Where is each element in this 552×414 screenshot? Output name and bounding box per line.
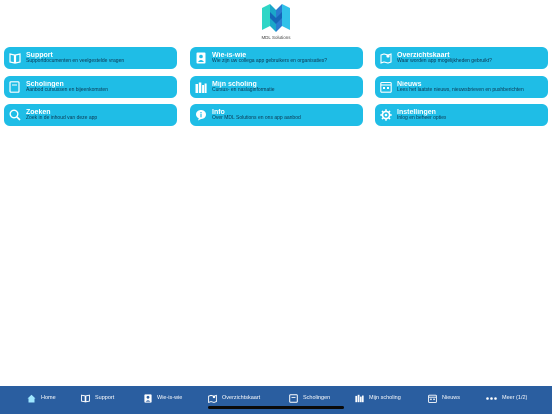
mdl-logo-icon [262, 4, 290, 32]
tab-label: Support [95, 395, 115, 401]
tab-label: Home [41, 395, 56, 401]
book-icon [81, 394, 90, 403]
tile-subtitle: Wie zijn uw collega app gebruikers en or… [212, 58, 328, 65]
tab-mijn-scholing[interactable]: Mijn scholing [355, 386, 401, 410]
tile-instellingen[interactable]: Instellingen Inlog en beheer opties [375, 104, 548, 126]
tile-support[interactable]: Support Supportdocumenten en veelgesteld… [4, 47, 177, 69]
tile-nieuws[interactable]: Nieuws Lees het laatste nieuws, nieuwsbr… [375, 76, 548, 98]
gear-icon [379, 109, 392, 122]
tile-subtitle: Lees het laatste nieuws, nieuwsbrieven e… [397, 87, 524, 94]
tab-label: Meer (1/2) [502, 395, 528, 401]
tile-info[interactable]: Info Over MDL Solutions en ons app aanbo… [190, 104, 363, 126]
search-icon [8, 109, 21, 122]
tile-subtitle: Supportdocumenten en veelgestelde vragen [26, 58, 125, 65]
chat-info-icon [194, 109, 207, 122]
map-icon [379, 52, 392, 65]
tile-subtitle: Cursus- en naslaginformatie [212, 87, 275, 94]
brand-logo: MDL Solutions [257, 4, 295, 46]
home-icon [27, 394, 36, 403]
tab-label: Scholingen [303, 395, 331, 401]
books-icon [194, 81, 207, 94]
tab-label: Nieuws [442, 395, 461, 401]
tab-bar: Home Support Wie-is-wie Overzichtskaart … [0, 386, 552, 414]
tab-label: Mijn scholing [369, 395, 401, 401]
book-closed-icon [8, 81, 21, 94]
tile-mijn-scholing[interactable]: Mijn scholing Cursus- en naslaginformati… [190, 76, 363, 98]
tile-subtitle: Zoek in de inhoud van deze app [26, 115, 98, 122]
calendar-icon [379, 81, 392, 94]
map-icon [208, 394, 217, 403]
tab-support[interactable]: Support [81, 386, 114, 410]
person-badge-icon [194, 52, 207, 65]
tile-subtitle: Waar worden app mogelijkheden gebruikt? [397, 58, 492, 65]
tile-scholingen[interactable]: Scholingen Aanbod cursussen en bijeenkom… [4, 76, 177, 98]
tab-meer[interactable]: Meer (1/2) [486, 386, 527, 410]
home-indicator[interactable] [208, 406, 344, 409]
tile-subtitle: Inlog en beheer opties [397, 115, 447, 122]
tab-label: Wie-is-wie [157, 395, 183, 401]
book-closed-icon [289, 393, 298, 403]
tab-label: Overzichtskaart [222, 395, 261, 401]
book-icon [8, 52, 21, 65]
tab-nieuws[interactable]: Nieuws [428, 386, 460, 410]
tile-subtitle: Over MDL Solutions en ons app aanbod [212, 115, 301, 122]
more-dots-icon [486, 394, 497, 403]
books-icon [355, 394, 364, 403]
person-badge-icon [143, 393, 152, 403]
tile-wie-is-wie[interactable]: Wie-is-wie Wie zijn uw collega app gebru… [190, 47, 363, 69]
brand-name: MDL Solutions [261, 35, 291, 40]
tab-wie-is-wie[interactable]: Wie-is-wie [143, 386, 182, 410]
calendar-icon [428, 394, 437, 403]
tab-home[interactable]: Home [27, 386, 56, 410]
tile-zoeken[interactable]: Zoeken Zoek in de inhoud van deze app [4, 104, 177, 126]
tile-overzichtskaart[interactable]: Overzichtskaart Waar worden app mogelijk… [375, 47, 548, 69]
tile-subtitle: Aanbod cursussen en bijeenkomsten [26, 87, 108, 94]
